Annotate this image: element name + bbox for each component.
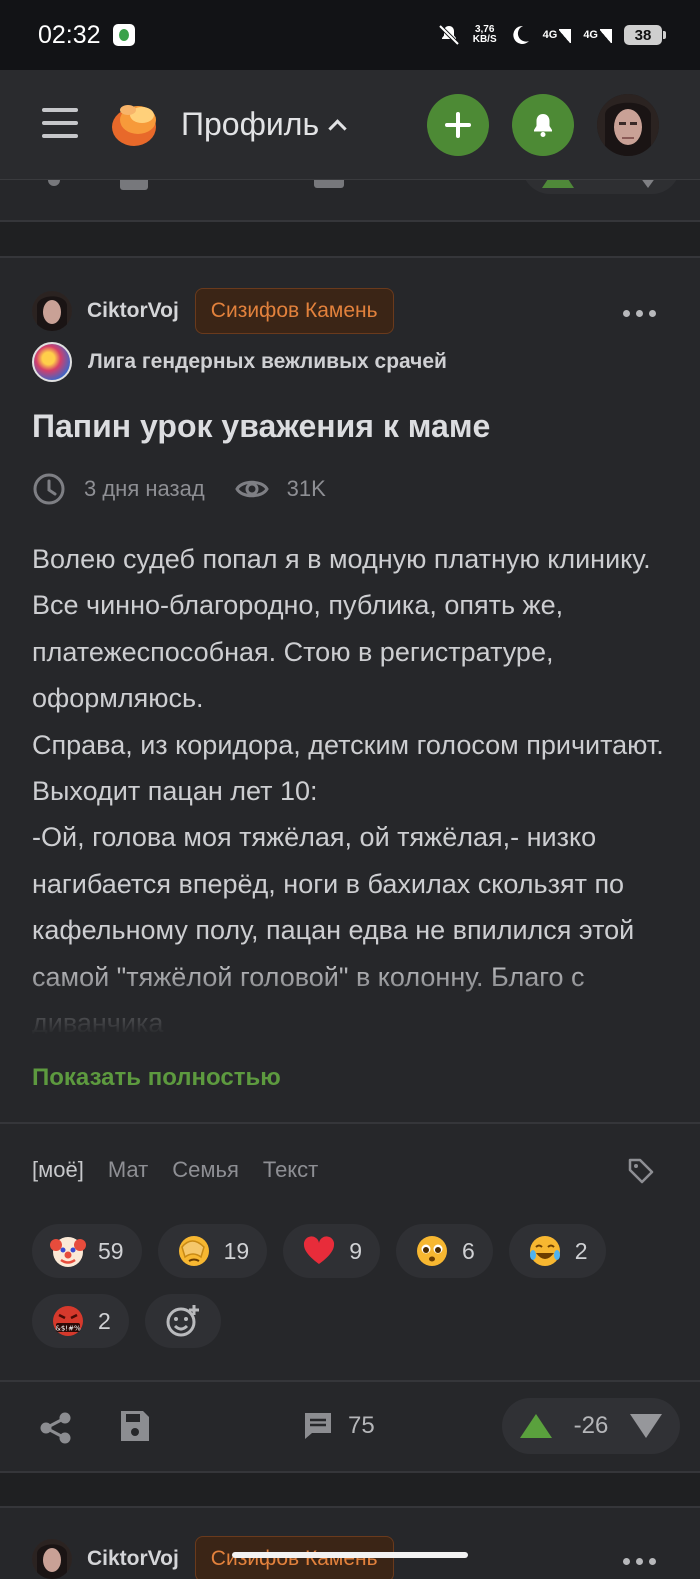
add-post-button[interactable] [427,94,489,156]
comments-button[interactable]: 75 [302,1410,375,1442]
show-more-link[interactable]: Показать полностью [32,1064,281,1092]
comment-icon [305,1413,331,1439]
eye-icon [234,480,269,498]
body-fade [0,958,700,1048]
community-avatar[interactable] [32,342,72,382]
app-notification-icon [112,24,135,46]
post-title[interactable]: Папин урок уважения к маме [32,408,490,445]
chevron-up-icon [328,119,347,138]
status-time: 02:32 [38,20,101,49]
reaction-count: 2 [98,1307,111,1334]
tag-item[interactable]: Семья [172,1157,239,1183]
more-options-icon[interactable] [623,310,656,317]
reactions-list: 59 19 9 6 2 &$!#% 2 [32,1224,672,1348]
previous-post-actions [48,180,677,194]
reaction-heart[interactable]: 9 [283,1224,380,1278]
user-avatar[interactable] [597,94,659,156]
next-author-row: CiktorVoj Сизифов Камень [32,1536,394,1579]
reaction-count: 2 [574,1237,588,1264]
profile-title[interactable]: Профиль [181,106,347,143]
reaction-clown[interactable]: 59 [32,1224,142,1278]
community-row[interactable]: Лига гендерных вежливых срачей [32,342,447,382]
divider [0,1122,700,1124]
tag-item[interactable]: [моё] [32,1157,84,1183]
reaction-joy[interactable]: 2 [508,1224,606,1278]
clock-icon [33,473,65,505]
signal-2-icon: 4G [583,29,612,43]
share-icon[interactable] [38,1410,74,1446]
previous-post-footer [0,180,700,222]
comments-count: 75 [348,1412,375,1439]
author-name[interactable]: CiktorVoj [87,299,179,323]
reaction-count: 9 [349,1237,362,1264]
post-author-row: CiktorVoj Сизифов Камень [32,288,394,334]
tag-icon[interactable] [626,1156,656,1186]
post-card: CiktorVoj Сизифов Камень Лига гендерных … [0,256,700,1473]
community-name[interactable]: Лига гендерных вежливых срачей [88,350,447,374]
status-bar: 02:32 3,76 KB/S 4G 4G 38 [0,0,700,70]
reaction-facepalm[interactable]: 19 [157,1224,268,1278]
add-reaction-icon [165,1303,201,1339]
author-name[interactable]: CiktorVoj [87,1547,179,1571]
cursing-face-icon: &$!#% [50,1303,86,1339]
post-rating: -26 [573,1412,609,1439]
pleading-face-icon [414,1233,450,1269]
reaction-count: 19 [223,1237,250,1264]
plus-icon [445,112,471,138]
home-indicator[interactable] [232,1552,468,1558]
page-title: Профиль [181,106,320,142]
moon-icon [512,25,529,44]
bell-icon [534,114,552,137]
reaction-count: 6 [461,1237,475,1264]
reaction-pleading[interactable]: 6 [395,1224,493,1278]
save-icon[interactable] [118,1408,152,1444]
svg-text:&$!#%: &$!#% [55,1325,81,1333]
pikabu-logo[interactable] [108,100,158,148]
bell-muted-icon [438,24,460,46]
battery-icon: 38 [624,25,666,45]
post-views: 31K [286,476,326,501]
post-tags: [моё] Мат Семья Текст [32,1157,318,1183]
tag-item[interactable]: Текст [263,1157,318,1183]
reaction-count: 59 [98,1237,124,1264]
app-header: Профиль [0,70,700,180]
downvote-icon[interactable] [630,1414,662,1438]
menu-icon[interactable] [42,108,78,140]
add-reaction-button[interactable] [144,1294,221,1348]
notifications-button[interactable] [512,94,574,156]
next-post-card: CiktorVoj Сизифов Камень [0,1506,700,1579]
author-badge[interactable]: Сизифов Камень [194,288,394,334]
more-options-icon[interactable] [623,1558,656,1565]
clown-face-icon [50,1233,86,1269]
heart-icon [301,1233,337,1269]
tag-item[interactable]: Мат [108,1157,148,1183]
author-avatar[interactable] [32,291,72,331]
post-time: 3 дня назад [84,476,205,501]
rating-control: -26 [502,1398,680,1454]
signal-1-icon: 4G [543,29,572,43]
reaction-cursing[interactable]: &$!#% 2 [32,1294,129,1348]
post-meta: 3 дня назад 31K [32,472,326,506]
network-speed: 3,76 KB/S [472,24,497,45]
joy-face-icon [527,1233,563,1269]
post-actions: 75 -26 [0,1382,700,1473]
upvote-icon[interactable] [520,1414,552,1438]
facepalm-icon [176,1233,212,1269]
author-avatar[interactable] [32,1539,72,1579]
